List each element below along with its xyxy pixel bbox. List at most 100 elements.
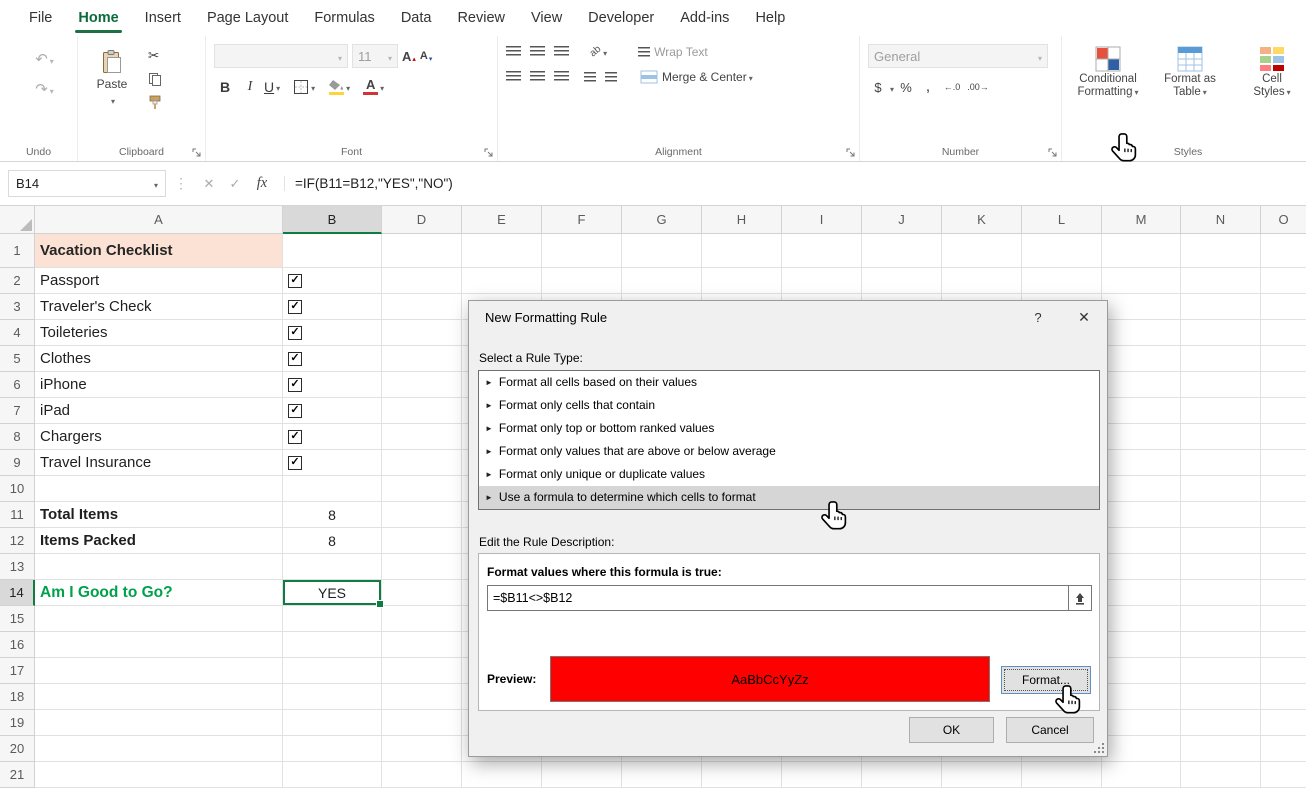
cell-A6[interactable]: iPhone — [35, 372, 283, 398]
cell-A10[interactable] — [35, 476, 283, 502]
cell-N11[interactable] — [1181, 502, 1261, 528]
cell-B18[interactable] — [283, 684, 382, 710]
decrease-indent-button[interactable] — [584, 72, 596, 82]
rule-type-option[interactable]: Use a formula to determine which cells t… — [479, 486, 1099, 509]
cell-styles-button[interactable]: Cell Styles — [1234, 44, 1306, 98]
accounting-format-button[interactable]: $ — [868, 80, 894, 95]
cell-D14[interactable] — [382, 580, 462, 606]
font-size-combo[interactable]: 11 — [352, 44, 398, 68]
cell-D16[interactable] — [382, 632, 462, 658]
cell-N13[interactable] — [1181, 554, 1261, 580]
align-top-button[interactable] — [506, 46, 521, 57]
cell-D17[interactable] — [382, 658, 462, 684]
enter-entry-button[interactable]: ✓ — [222, 176, 248, 192]
cell-O19[interactable] — [1261, 710, 1306, 736]
row-header-20[interactable]: 20 — [0, 736, 35, 762]
tab-help[interactable]: Help — [742, 0, 798, 36]
row-header-10[interactable]: 10 — [0, 476, 35, 502]
row-header-6[interactable]: 6 — [0, 372, 35, 398]
cell-O1[interactable] — [1261, 234, 1306, 268]
cell-A17[interactable] — [35, 658, 283, 684]
cell-N8[interactable] — [1181, 424, 1261, 450]
cell-D3[interactable] — [382, 294, 462, 320]
cancel-button[interactable]: Cancel — [1006, 717, 1094, 743]
orientation-button[interactable]: ab — [590, 44, 607, 59]
alignment-dialog-launcher-icon[interactable] — [846, 148, 855, 157]
checkbox-B5[interactable]: ✓ — [288, 352, 302, 366]
cell-J1[interactable] — [862, 234, 942, 268]
cell-B6[interactable]: ✓ — [283, 372, 382, 398]
cell-N5[interactable] — [1181, 346, 1261, 372]
cell-N10[interactable] — [1181, 476, 1261, 502]
cell-O10[interactable] — [1261, 476, 1306, 502]
cell-D11[interactable] — [382, 502, 462, 528]
cell-N1[interactable] — [1181, 234, 1261, 268]
cell-M5[interactable] — [1102, 346, 1181, 372]
merge-center-button[interactable]: Merge & Center — [640, 69, 753, 84]
cell-N16[interactable] — [1181, 632, 1261, 658]
checkbox-B7[interactable]: ✓ — [288, 404, 302, 418]
column-header-M[interactable]: M — [1102, 206, 1181, 234]
cell-O16[interactable] — [1261, 632, 1306, 658]
cell-N14[interactable] — [1181, 580, 1261, 606]
cell-B11[interactable]: 8 — [283, 502, 382, 528]
cell-A16[interactable] — [35, 632, 283, 658]
cell-B9[interactable]: ✓ — [283, 450, 382, 476]
insert-function-button[interactable]: fx — [248, 175, 276, 192]
cell-M19[interactable] — [1102, 710, 1181, 736]
percent-style-button[interactable]: % — [896, 80, 916, 95]
cell-M7[interactable] — [1102, 398, 1181, 424]
cell-D10[interactable] — [382, 476, 462, 502]
paste-button[interactable]: Paste — [86, 46, 138, 110]
row-header-17[interactable]: 17 — [0, 658, 35, 684]
cell-M20[interactable] — [1102, 736, 1181, 762]
row-header-18[interactable]: 18 — [0, 684, 35, 710]
rule-formula-input[interactable] — [487, 585, 1069, 611]
column-header-G[interactable]: G — [622, 206, 702, 234]
cell-N4[interactable] — [1181, 320, 1261, 346]
cell-B5[interactable]: ✓ — [283, 346, 382, 372]
column-header-A[interactable]: A — [35, 206, 283, 234]
column-header-O[interactable]: O — [1261, 206, 1306, 234]
cell-J2[interactable] — [862, 268, 942, 294]
cell-M17[interactable] — [1102, 658, 1181, 684]
cell-N6[interactable] — [1181, 372, 1261, 398]
cell-D6[interactable] — [382, 372, 462, 398]
row-header-12[interactable]: 12 — [0, 528, 35, 554]
cell-D18[interactable] — [382, 684, 462, 710]
row-header-9[interactable]: 9 — [0, 450, 35, 476]
cell-B13[interactable] — [283, 554, 382, 580]
tab-home[interactable]: Home — [65, 0, 131, 36]
rule-type-listbox[interactable]: Format all cells based on their valuesFo… — [478, 370, 1100, 510]
shrink-font-button[interactable]: A — [420, 49, 432, 64]
cell-B7[interactable]: ✓ — [283, 398, 382, 424]
tab-formulas[interactable]: Formulas — [301, 0, 387, 36]
tab-review[interactable]: Review — [444, 0, 518, 36]
cell-B16[interactable] — [283, 632, 382, 658]
tab-data[interactable]: Data — [388, 0, 445, 36]
column-header-I[interactable]: I — [782, 206, 862, 234]
cell-M18[interactable] — [1102, 684, 1181, 710]
cell-O11[interactable] — [1261, 502, 1306, 528]
cell-D2[interactable] — [382, 268, 462, 294]
rule-type-option[interactable]: Format only values that are above or bel… — [479, 440, 1099, 463]
rule-type-option[interactable]: Format only unique or duplicate values — [479, 463, 1099, 486]
cell-B20[interactable] — [283, 736, 382, 762]
cell-D21[interactable] — [382, 762, 462, 788]
select-all-corner[interactable] — [0, 206, 35, 234]
cell-K21[interactable] — [942, 762, 1022, 788]
name-box-resize-handle-icon[interactable]: ⋮ — [174, 175, 188, 192]
grow-font-button[interactable]: A — [402, 49, 416, 64]
cell-E2[interactable] — [462, 268, 542, 294]
cell-L1[interactable] — [1022, 234, 1102, 268]
cell-B10[interactable] — [283, 476, 382, 502]
cell-A14[interactable]: Am I Good to Go? — [35, 580, 283, 606]
tab-view[interactable]: View — [518, 0, 575, 36]
redo-button[interactable]: ↷ — [16, 80, 73, 98]
cell-M1[interactable] — [1102, 234, 1181, 268]
cell-H1[interactable] — [702, 234, 782, 268]
close-icon[interactable]: ✕ — [1063, 302, 1105, 332]
cell-N21[interactable] — [1181, 762, 1261, 788]
row-header-13[interactable]: 13 — [0, 554, 35, 580]
cell-N7[interactable] — [1181, 398, 1261, 424]
